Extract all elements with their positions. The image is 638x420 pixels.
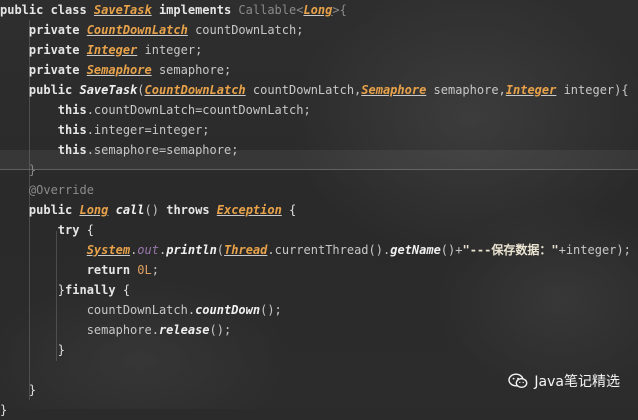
code-token: semaphore.	[0, 323, 159, 337]
code-token: private	[0, 43, 87, 57]
code-token: (	[216, 243, 225, 257]
code-token: Integer	[505, 83, 557, 97]
code-line[interactable]: public class SaveTask implements Callabl…	[0, 0, 347, 20]
code-token: ()	[144, 203, 167, 217]
method-separator	[0, 169, 638, 170]
code-token: Semaphore	[86, 63, 152, 77]
code-token: Semaphore	[361, 83, 427, 97]
code-line[interactable]: return 0L;	[0, 260, 159, 280]
code-token: semaphore;	[151, 63, 232, 77]
code-token: countDownLatch.	[0, 303, 196, 317]
code-token: Long	[303, 3, 333, 17]
code-line[interactable]: }	[0, 340, 65, 360]
code-line[interactable]: semaphore.release();	[0, 320, 232, 340]
code-token: .currentThread().	[267, 243, 391, 257]
code-line[interactable]: }	[0, 160, 36, 180]
code-line[interactable]: @Override	[0, 180, 94, 200]
code-token: +integer);	[558, 243, 631, 257]
code-token: System	[86, 243, 131, 257]
code-token: ();	[260, 303, 282, 317]
code-token: private	[0, 63, 87, 77]
code-token: this	[0, 103, 87, 117]
code-token: (	[137, 83, 145, 97]
watermark: Java笔记精选	[508, 371, 620, 391]
code-token: private	[0, 23, 87, 37]
code-token: ();	[209, 323, 232, 337]
code-line[interactable]: private Integer integer;	[0, 40, 202, 60]
code-token: throws	[166, 203, 217, 217]
code-line[interactable]: countDownLatch.countDown();	[0, 300, 282, 320]
code-line[interactable]: private Semaphore semaphore;	[0, 60, 231, 80]
code-token: semaphore,	[426, 83, 506, 97]
code-token: @Override	[0, 183, 94, 197]
code-token: ()+	[440, 243, 463, 257]
code-token: getName	[390, 243, 441, 257]
code-token: integer;	[137, 43, 203, 57]
code-line[interactable]: this.integer=integer;	[0, 120, 210, 140]
code-token: return	[0, 263, 138, 277]
code-token: {	[86, 223, 94, 237]
code-token: SaveTask	[79, 83, 138, 97]
code-line[interactable]: public SaveTask(CountDownLatch countDown…	[0, 80, 629, 100]
code-token: Long	[79, 203, 109, 217]
code-token: CountDownLatch	[86, 23, 188, 37]
code-token: }	[0, 283, 66, 297]
code-token: }	[0, 383, 37, 397]
code-token: }	[0, 403, 8, 417]
code-line[interactable]: private CountDownLatch countDownLatch;	[0, 20, 304, 40]
code-token: .countDownLatch=countDownLatch;	[86, 103, 311, 117]
code-token: this	[0, 123, 87, 137]
code-token: Exception	[216, 203, 282, 217]
code-line[interactable]: public Long call() throws Exception {	[0, 200, 296, 220]
code-token: this	[0, 143, 87, 157]
code-token: CountDownLatch	[144, 83, 246, 97]
code-line[interactable]: this.semaphore=semaphore;	[0, 140, 239, 160]
code-token: integer){	[556, 83, 629, 97]
code-token: Callable<	[238, 3, 304, 17]
code-token: call	[115, 203, 145, 217]
code-token: .semaphore=semaphore;	[86, 143, 239, 157]
code-token: ;	[151, 263, 159, 277]
code-line[interactable]: this.countDownLatch=countDownLatch;	[0, 100, 311, 120]
code-token: try	[0, 223, 87, 237]
code-token: {	[281, 203, 297, 217]
code-line[interactable]: }finally {	[0, 280, 130, 300]
code-token: }	[0, 343, 66, 357]
code-token: release	[158, 323, 210, 337]
code-token: implements	[151, 3, 239, 17]
code-token: .integer=integer;	[86, 123, 210, 137]
code-token: public class	[0, 3, 94, 17]
code-token: "---保存数据："	[462, 243, 559, 257]
code-line[interactable]: }	[0, 400, 7, 420]
code-token: {	[122, 283, 131, 297]
code-token: 0L	[137, 263, 152, 277]
code-token: public	[0, 203, 80, 217]
code-line[interactable]: try {	[0, 220, 94, 240]
watermark-text: Java笔记精选	[534, 374, 620, 390]
code-line[interactable]: }	[0, 380, 36, 400]
code-token: Thread	[224, 243, 268, 257]
code-token: }	[0, 163, 37, 177]
code-token: countDownLatch,	[245, 83, 362, 97]
code-token: countDownLatch;	[187, 23, 304, 37]
code-token: out	[137, 243, 159, 257]
code-token: countDown	[195, 303, 261, 317]
code-token: Integer	[86, 43, 138, 57]
code-token: public	[0, 83, 80, 97]
code-token: SaveTask	[93, 3, 152, 17]
code-token: println	[166, 243, 217, 257]
code-line[interactable]: System.out.println(Thread.currentThread(…	[0, 240, 631, 260]
code-token: finally	[65, 283, 123, 297]
wechat-icon	[508, 373, 528, 389]
code-token: >{	[332, 3, 347, 17]
